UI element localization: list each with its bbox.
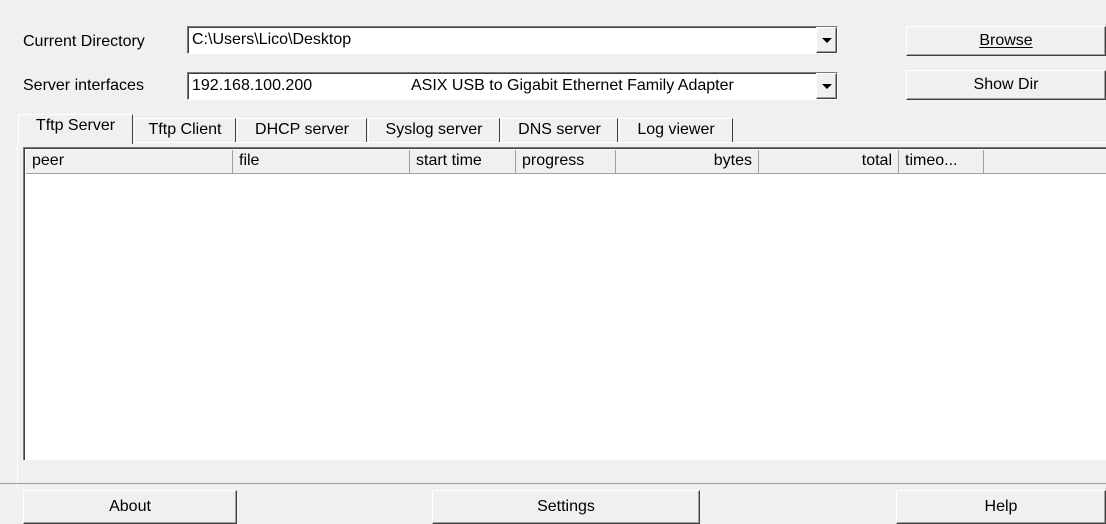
help-button[interactable]: Help [896,490,1106,524]
column-header-start-time[interactable]: start time [410,150,516,174]
browse-button[interactable]: Browse [906,26,1106,56]
column-header-timeout[interactable]: timeo... [899,150,984,174]
server-adapter-value: ASIX USB to Gigabit Ethernet Family Adap… [411,77,734,94]
settings-button-label: Settings [537,498,595,515]
tab-label: Syslog server [385,121,483,138]
current-directory-label: Current Directory [23,33,145,50]
server-interfaces-combo[interactable]: 192.168.100.200 ASIX USB to Gigabit Ethe… [187,72,838,100]
chevron-down-icon[interactable] [816,27,837,53]
tab-label: Tftp Server [35,117,116,134]
status-divider [0,483,1106,484]
tab-tftp-client[interactable]: Tftp Client [134,118,236,142]
column-header-file[interactable]: file [233,150,410,174]
tab-syslog-server[interactable]: Syslog server [368,118,500,142]
browse-button-label: Browse [979,32,1033,49]
current-directory-combo[interactable]: C:\Users\Lico\Desktop [187,26,838,54]
tab-tftp-server[interactable]: Tftp Server [18,114,133,144]
tab-label: Tftp Client [148,121,222,138]
chevron-down-icon[interactable] [816,73,837,99]
server-interfaces-label: Server interfaces [23,77,144,94]
column-header-progress[interactable]: progress [516,150,616,174]
help-button-label: Help [984,498,1018,515]
tab-label: DNS server [518,121,601,138]
column-header-bytes[interactable]: bytes [616,150,759,174]
column-header-filler [984,150,1106,174]
about-button-label: About [109,498,151,515]
tab-label: Log viewer [637,121,715,138]
settings-button[interactable]: Settings [432,490,700,524]
show-dir-button-label: Show Dir [973,76,1039,93]
column-header-peer[interactable]: peer [26,150,233,174]
transfers-list[interactable]: peer file start time progress bytes tota… [23,147,1106,460]
server-ip-value: 192.168.100.200 [192,77,313,94]
about-button[interactable]: About [23,490,237,524]
tab-dhcp-server[interactable]: DHCP server [237,118,367,142]
tab-log-viewer[interactable]: Log viewer [619,118,733,142]
show-dir-button[interactable]: Show Dir [906,70,1106,100]
tab-label: DHCP server [255,121,349,138]
tab-dns-server[interactable]: DNS server [501,118,618,142]
current-directory-value: C:\Users\Lico\Desktop [192,31,352,48]
column-header-total[interactable]: total [759,150,899,174]
